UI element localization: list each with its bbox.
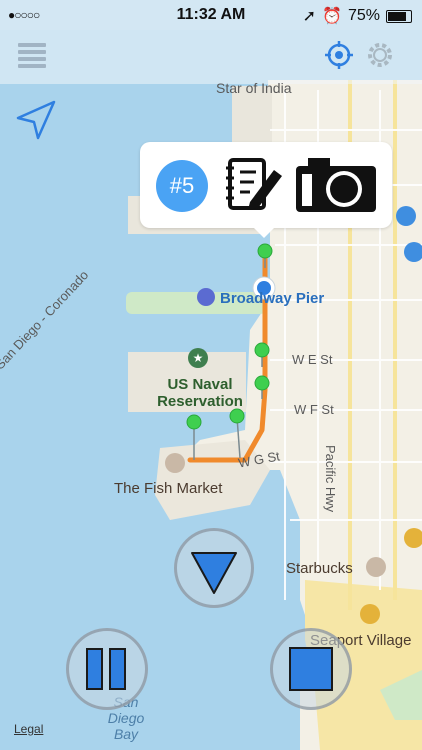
crosshair-target-icon[interactable]: [324, 40, 354, 70]
label-broadway-pier: Broadway Pier: [220, 290, 325, 307]
label-star-of-india: Star of India: [216, 80, 292, 96]
hamburger-icon[interactable]: [18, 43, 46, 68]
pause-icon: [86, 648, 126, 690]
status-bar: ●○○○○ 11:32 AM ➚ ⏰ 75%: [0, 0, 422, 30]
alarm-icon: ⏰: [322, 8, 342, 25]
label-the-fish-market: The Fish Market: [114, 480, 223, 497]
waypoint-number-badge[interactable]: #5: [156, 160, 208, 212]
battery-icon: [386, 9, 412, 23]
navigation-bar: [0, 30, 422, 84]
label-us-naval-reservation: US Naval Reservation: [157, 376, 243, 410]
camera-icon[interactable]: [296, 158, 376, 212]
gear-icon[interactable]: [365, 40, 395, 70]
status-right: ➚ ⏰ 75%: [303, 6, 412, 26]
stop-icon: [289, 647, 333, 691]
svg-text:★: ★: [193, 351, 204, 365]
label-pacific-hwy: Pacific Hwy: [323, 445, 338, 513]
location-services-icon: ➚: [302, 8, 317, 25]
popup-tail: [252, 226, 276, 238]
label-w-e-st: W E St: [292, 352, 333, 367]
down-triangle-icon: [191, 552, 237, 594]
label-w-f-st: W F St: [294, 402, 334, 417]
notepad-icon[interactable]: [224, 156, 284, 214]
stop-button[interactable]: [270, 628, 352, 710]
down-triangle-button[interactable]: [174, 528, 254, 608]
battery-percent: 75%: [347, 7, 380, 24]
location-arrow-icon[interactable]: [14, 98, 58, 142]
legal-link[interactable]: Legal: [14, 722, 43, 736]
label-starbucks: Starbucks: [286, 560, 353, 577]
pause-button[interactable]: [66, 628, 148, 710]
